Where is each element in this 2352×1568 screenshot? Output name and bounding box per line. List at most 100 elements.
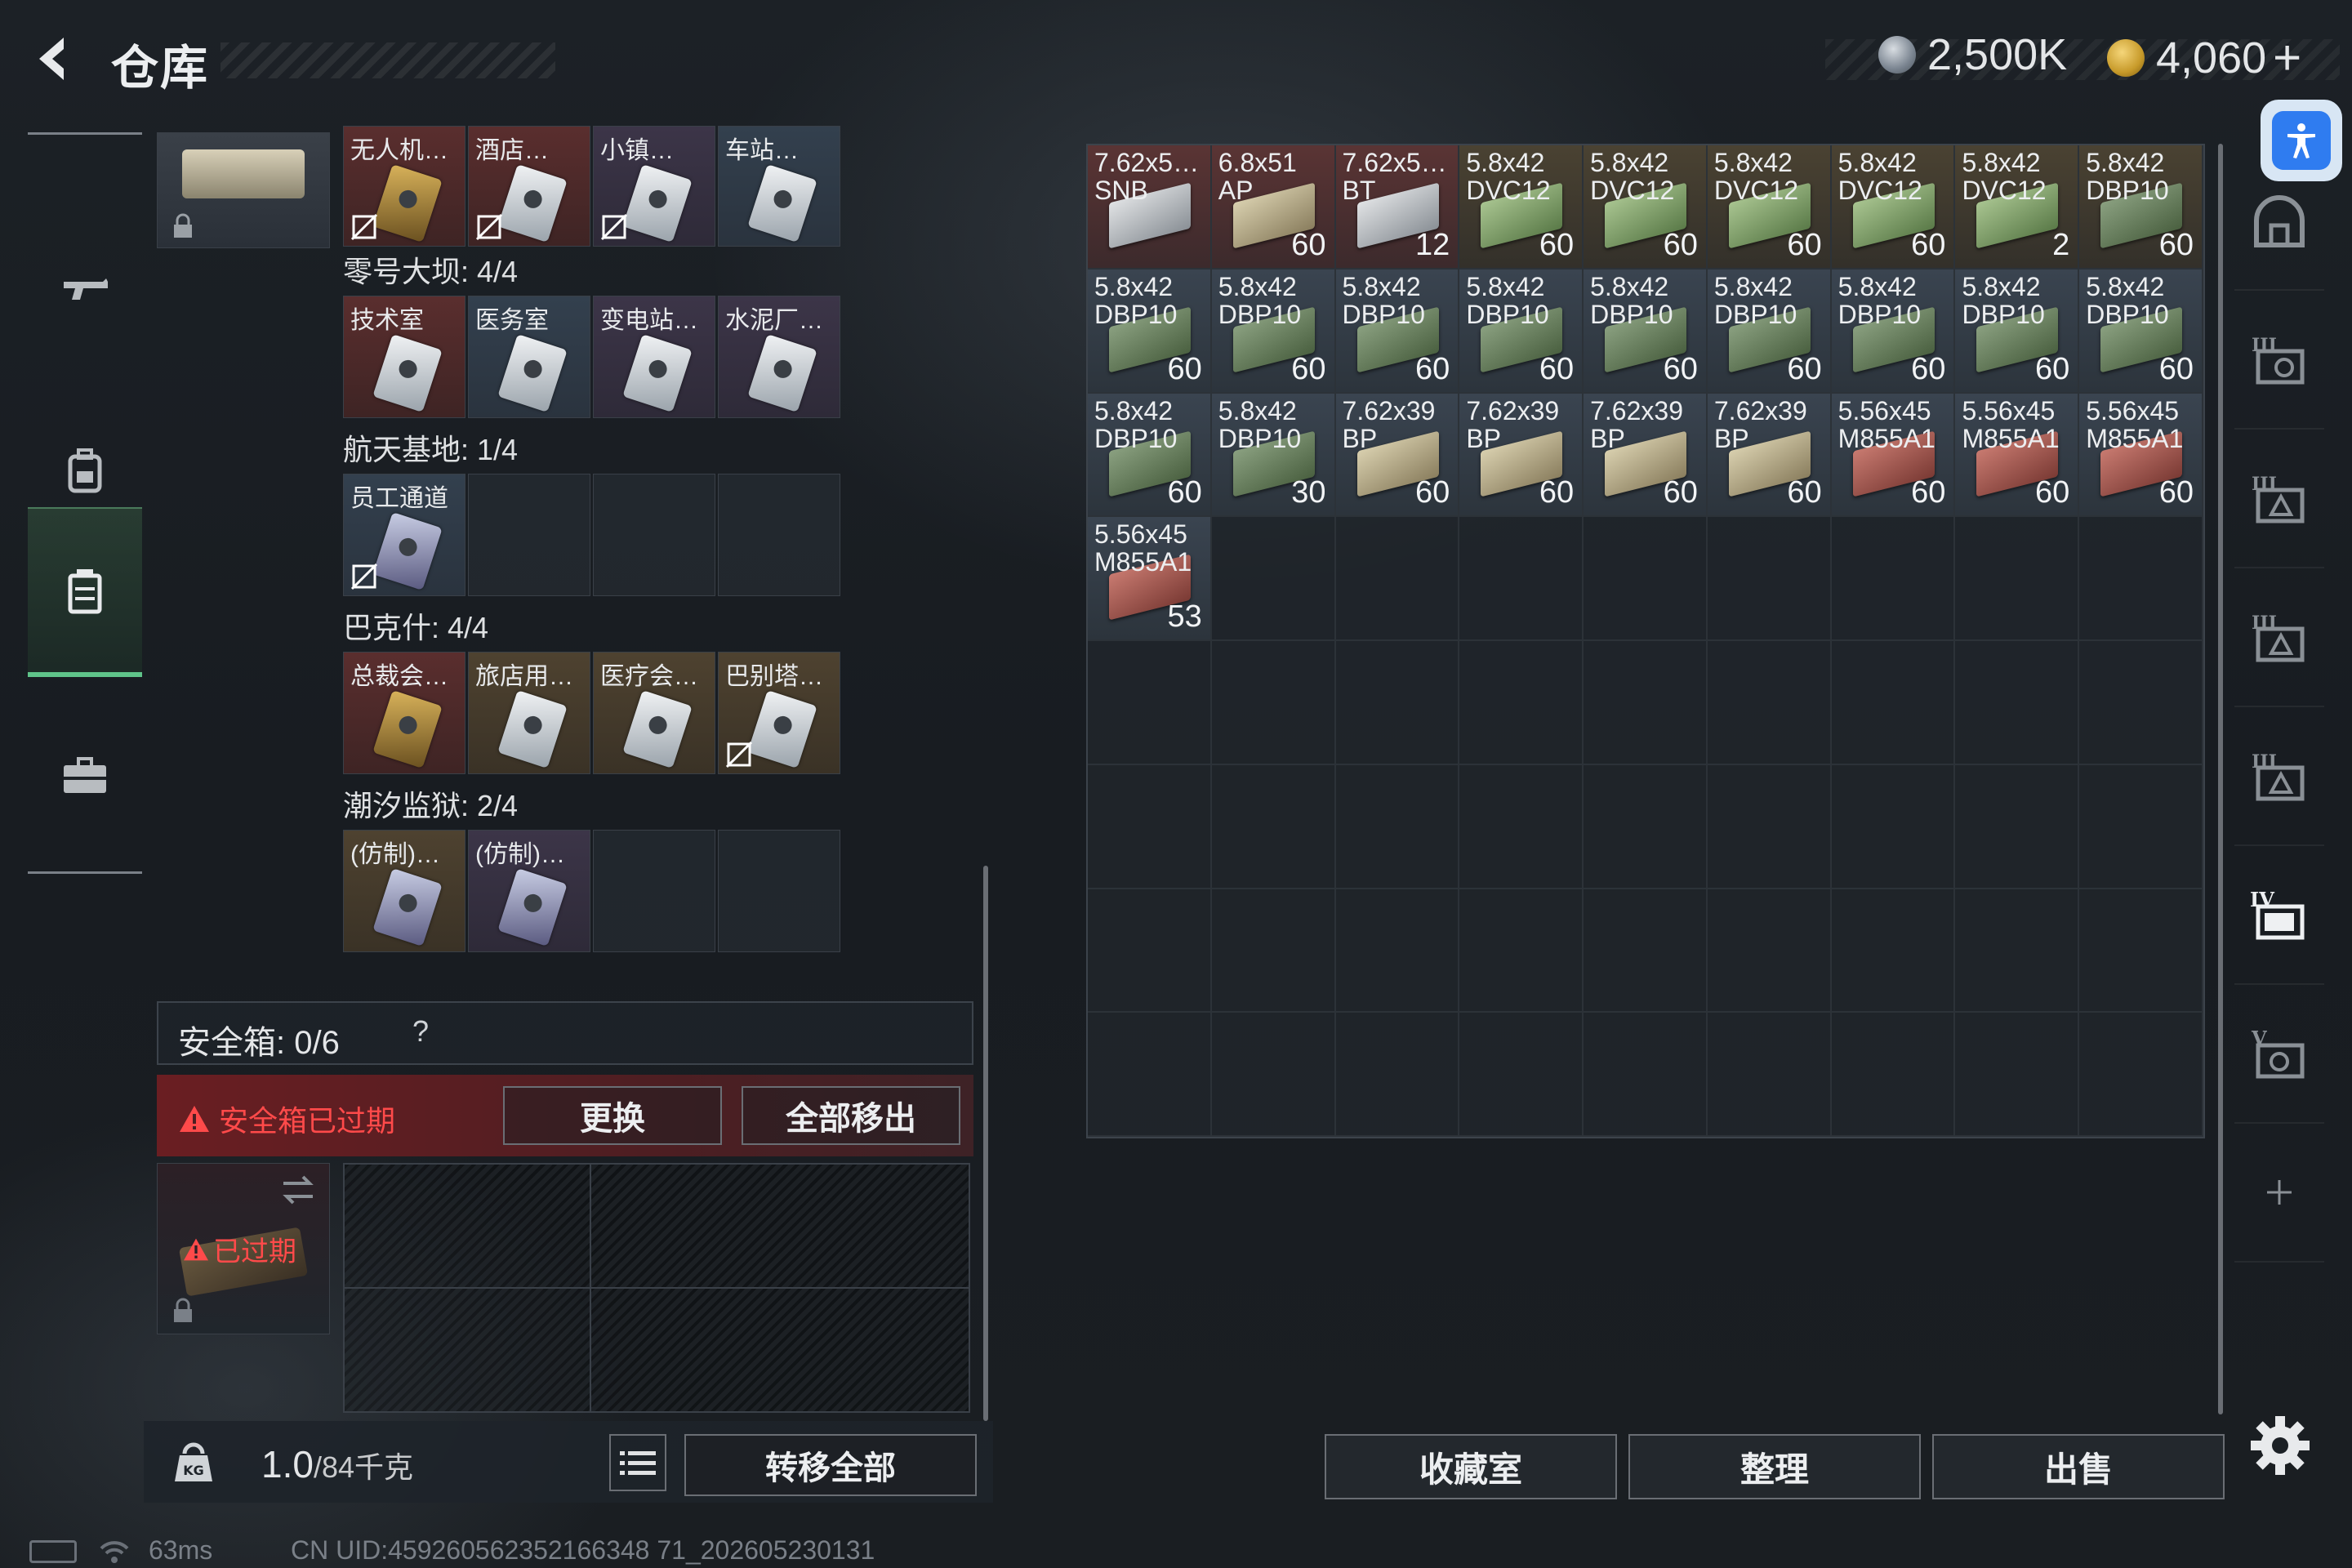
inventory-item[interactable]: 5.56x45 M855A1 60 bbox=[1831, 393, 1956, 518]
empty-grid-cell[interactable] bbox=[1955, 764, 2080, 889]
empty-grid-cell[interactable] bbox=[1707, 641, 1832, 765]
empty-grid-cell[interactable] bbox=[1459, 1013, 1584, 1137]
inventory-item[interactable]: 5.8x42 DBP10 60 bbox=[1088, 269, 1212, 394]
safebox-case-item[interactable]: 已过期 bbox=[157, 1163, 330, 1334]
empty-grid-cell[interactable] bbox=[1831, 641, 1956, 765]
tab-stash-5[interactable]: III bbox=[2234, 707, 2324, 846]
inventory-item[interactable]: 7.62x39 BP 60 bbox=[1335, 393, 1460, 518]
empty-grid-cell[interactable] bbox=[1335, 1013, 1460, 1137]
nav-weapons[interactable] bbox=[28, 208, 142, 372]
empty-grid-cell[interactable] bbox=[1831, 764, 1956, 889]
inventory-item[interactable]: 7.62x5… SNB bbox=[1088, 145, 1212, 270]
key-slot[interactable]: 巴别塔… bbox=[718, 652, 840, 774]
inventory-item[interactable]: 5.56x45 M855A1 53 bbox=[1088, 517, 1212, 641]
inventory-item[interactable]: 7.62x5… BT 12 bbox=[1335, 145, 1460, 270]
inventory-item[interactable]: 5.8x42 DBP10 60 bbox=[1707, 269, 1832, 394]
empty-grid-cell[interactable] bbox=[1707, 1013, 1832, 1137]
empty-grid-cell[interactable] bbox=[1088, 889, 1212, 1013]
key-slot[interactable]: (仿制)… bbox=[343, 830, 466, 952]
inventory-item[interactable]: 5.8x42 DBP10 60 bbox=[1211, 269, 1336, 394]
key-case-item[interactable] bbox=[157, 132, 330, 248]
empty-grid-cell[interactable] bbox=[2079, 1013, 2203, 1137]
key-slot[interactable]: 员工通道 bbox=[343, 474, 466, 596]
key-slot[interactable]: 变电站… bbox=[593, 296, 715, 418]
empty-grid-cell[interactable] bbox=[1459, 517, 1584, 641]
move-all-out-button[interactable]: 全部移出 bbox=[742, 1086, 960, 1145]
empty-key-slot[interactable] bbox=[718, 830, 840, 952]
inventory-item[interactable]: 5.8x42 DBP10 60 bbox=[1459, 269, 1584, 394]
currency-silver[interactable]: 2,500K bbox=[1878, 29, 2067, 80]
empty-key-slot[interactable] bbox=[593, 830, 715, 952]
help-button[interactable]: ? bbox=[402, 1014, 439, 1052]
inventory-item[interactable]: 5.8x42 DVC12 60 bbox=[1459, 145, 1584, 270]
empty-grid-cell[interactable] bbox=[1584, 1013, 1708, 1137]
inventory-item[interactable]: 6.8x51 AP 60 bbox=[1211, 145, 1336, 270]
empty-grid-cell[interactable] bbox=[1211, 764, 1336, 889]
empty-grid-cell[interactable] bbox=[1459, 889, 1584, 1013]
key-slot[interactable]: 水泥厂… bbox=[718, 296, 840, 418]
empty-grid-cell[interactable] bbox=[1584, 889, 1708, 1013]
empty-grid-cell[interactable] bbox=[1584, 764, 1708, 889]
key-slot[interactable]: 技术室 bbox=[343, 296, 466, 418]
inventory-item[interactable]: 7.62x39 BP 60 bbox=[1584, 393, 1708, 518]
sort-button[interactable]: 整理 bbox=[1628, 1434, 1921, 1499]
empty-grid-cell[interactable] bbox=[2079, 889, 2203, 1013]
list-view-button[interactable] bbox=[609, 1434, 666, 1491]
inventory-item[interactable]: 5.8x42 DBP10 60 bbox=[1955, 269, 2080, 394]
tab-stash-3[interactable]: III bbox=[2234, 430, 2324, 568]
empty-grid-cell[interactable] bbox=[1707, 889, 1832, 1013]
empty-grid-cell[interactable] bbox=[1459, 641, 1584, 765]
inventory-item[interactable]: 5.8x42 DVC12 60 bbox=[1831, 145, 1956, 270]
empty-grid-cell[interactable] bbox=[1211, 1013, 1336, 1137]
empty-key-slot[interactable] bbox=[718, 474, 840, 596]
inventory-item[interactable]: 5.8x42 DVC12 60 bbox=[1707, 145, 1832, 270]
empty-grid-cell[interactable] bbox=[1459, 764, 1584, 889]
inventory-item[interactable]: 5.8x42 DBP10 60 bbox=[1831, 269, 1956, 394]
nav-vest[interactable] bbox=[28, 507, 142, 677]
right-scrollbar[interactable] bbox=[2218, 144, 2223, 1414]
key-slot[interactable]: (仿制)… bbox=[468, 830, 590, 952]
empty-grid-cell[interactable] bbox=[2079, 517, 2203, 641]
inventory-item[interactable]: 5.8x42 DBP10 30 bbox=[1211, 393, 1336, 518]
key-slot[interactable]: 车站… bbox=[718, 126, 840, 247]
left-scrollbar[interactable] bbox=[983, 866, 988, 1421]
settings-gear-icon[interactable] bbox=[2247, 1413, 2313, 1478]
empty-grid-cell[interactable] bbox=[1335, 517, 1460, 641]
key-slot[interactable]: 旅店用… bbox=[468, 652, 590, 774]
key-slot[interactable]: 总裁会… bbox=[343, 652, 466, 774]
tab-stash-6-active[interactable]: IV bbox=[2234, 846, 2324, 985]
empty-grid-cell[interactable] bbox=[1707, 764, 1832, 889]
key-slot[interactable]: 酒店… bbox=[468, 126, 590, 247]
inventory-item[interactable]: 5.8x42 DBP10 60 bbox=[1335, 269, 1460, 394]
add-tab-button[interactable] bbox=[2234, 1124, 2324, 1263]
empty-key-slot[interactable] bbox=[593, 474, 715, 596]
key-slot[interactable]: 小镇… bbox=[593, 126, 715, 247]
empty-grid-cell[interactable] bbox=[2079, 764, 2203, 889]
tab-stash-4[interactable]: III bbox=[2234, 568, 2324, 707]
tab-home-stash[interactable] bbox=[2234, 152, 2324, 291]
collection-room-button[interactable]: 收藏室 bbox=[1325, 1434, 1617, 1499]
inventory-item[interactable]: 5.8x42 DBP10 60 bbox=[1584, 269, 1708, 394]
add-currency-button[interactable]: + bbox=[2273, 29, 2301, 86]
replace-button[interactable]: 更换 bbox=[503, 1086, 722, 1145]
inventory-item[interactable]: 5.8x42 DVC12 2 bbox=[1955, 145, 2080, 270]
empty-key-slot[interactable] bbox=[468, 474, 590, 596]
empty-grid-cell[interactable] bbox=[1335, 889, 1460, 1013]
key-slot[interactable]: 无人机… bbox=[343, 126, 466, 247]
key-slot[interactable]: 医疗会… bbox=[593, 652, 715, 774]
empty-grid-cell[interactable] bbox=[1211, 641, 1336, 765]
back-button[interactable] bbox=[24, 29, 83, 88]
empty-grid-cell[interactable] bbox=[1955, 889, 2080, 1013]
nav-case[interactable] bbox=[28, 693, 142, 857]
empty-grid-cell[interactable] bbox=[1335, 764, 1460, 889]
empty-grid-cell[interactable] bbox=[1831, 889, 1956, 1013]
key-slot[interactable]: 医务室 bbox=[468, 296, 590, 418]
empty-grid-cell[interactable] bbox=[1955, 641, 2080, 765]
inventory-item[interactable]: 5.8x42 DBP10 60 bbox=[2079, 269, 2203, 394]
empty-grid-cell[interactable] bbox=[1088, 641, 1212, 765]
inventory-item[interactable]: 7.62x39 BP 60 bbox=[1459, 393, 1584, 518]
tab-stash-7[interactable]: V bbox=[2234, 985, 2324, 1124]
inventory-item[interactable]: 7.62x39 BP 60 bbox=[1707, 393, 1832, 518]
inventory-item[interactable]: 5.8x42 DVC12 60 bbox=[1584, 145, 1708, 270]
empty-grid-cell[interactable] bbox=[1584, 641, 1708, 765]
